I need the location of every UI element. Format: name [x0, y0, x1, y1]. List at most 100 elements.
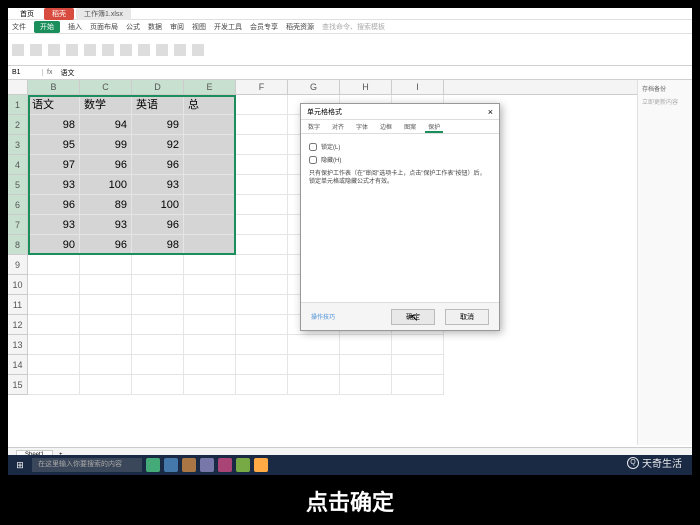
- cell[interactable]: [132, 255, 184, 275]
- tab-border[interactable]: 边框: [377, 120, 395, 133]
- cell[interactable]: [80, 295, 132, 315]
- menu-review[interactable]: 审阅: [170, 22, 184, 32]
- cell[interactable]: 90: [28, 235, 80, 255]
- cell[interactable]: 100: [80, 175, 132, 195]
- col-head-g[interactable]: G: [288, 80, 340, 94]
- row-head[interactable]: 13: [8, 335, 28, 355]
- col-head-f[interactable]: F: [236, 80, 288, 94]
- cell[interactable]: [184, 115, 236, 135]
- cell[interactable]: [80, 355, 132, 375]
- cell[interactable]: [28, 295, 80, 315]
- cell[interactable]: [28, 355, 80, 375]
- cell[interactable]: [80, 375, 132, 395]
- cell[interactable]: 98: [132, 235, 184, 255]
- cell[interactable]: 96: [28, 195, 80, 215]
- cell[interactable]: [184, 175, 236, 195]
- row-head[interactable]: 12: [8, 315, 28, 335]
- hide-checkbox[interactable]: 隐藏(H): [309, 155, 491, 164]
- cell[interactable]: [184, 215, 236, 235]
- row-head[interactable]: 7: [8, 215, 28, 235]
- tips-link[interactable]: 操作技巧: [311, 312, 335, 321]
- cell[interactable]: [184, 275, 236, 295]
- cancel-button[interactable]: 取消: [445, 309, 489, 325]
- cell[interactable]: 96: [80, 155, 132, 175]
- menu-search[interactable]: 查找命令、搜索模板: [322, 22, 385, 32]
- cell[interactable]: [392, 355, 444, 375]
- row-head[interactable]: 2: [8, 115, 28, 135]
- row-head[interactable]: 6: [8, 195, 28, 215]
- cell[interactable]: [236, 275, 288, 295]
- cell[interactable]: [236, 335, 288, 355]
- app-icon[interactable]: [164, 458, 178, 472]
- cell[interactable]: 94: [80, 115, 132, 135]
- app-icon[interactable]: [146, 458, 160, 472]
- row-head[interactable]: 15: [8, 375, 28, 395]
- paste-icon[interactable]: [12, 44, 24, 56]
- cell[interactable]: [132, 315, 184, 335]
- menu-tools[interactable]: 稻壳资源: [286, 22, 314, 32]
- cell[interactable]: [184, 135, 236, 155]
- cell[interactable]: [184, 295, 236, 315]
- select-all-corner[interactable]: [8, 80, 28, 94]
- cell[interactable]: [288, 375, 340, 395]
- cell[interactable]: 92: [132, 135, 184, 155]
- ok-button[interactable]: 确定↖: [391, 309, 435, 325]
- wrap-icon[interactable]: [120, 44, 132, 56]
- row-head[interactable]: 3: [8, 135, 28, 155]
- sum-icon[interactable]: [156, 44, 168, 56]
- lock-checkbox[interactable]: 锁定(L): [309, 142, 491, 151]
- cell[interactable]: [132, 275, 184, 295]
- cell[interactable]: [28, 275, 80, 295]
- cell[interactable]: [184, 155, 236, 175]
- menu-view[interactable]: 视图: [192, 22, 206, 32]
- tab-doc[interactable]: 稻壳: [44, 8, 74, 20]
- cell[interactable]: 96: [132, 155, 184, 175]
- cell[interactable]: [236, 315, 288, 335]
- taskbar-search[interactable]: 在这里输入你要搜索的内容: [32, 458, 142, 472]
- cell[interactable]: [132, 355, 184, 375]
- tab-protect[interactable]: 保护: [425, 120, 443, 133]
- menu-file[interactable]: 文件: [12, 22, 26, 32]
- cell[interactable]: 总: [184, 95, 236, 115]
- cell[interactable]: [288, 335, 340, 355]
- cell[interactable]: 99: [132, 115, 184, 135]
- cell[interactable]: [236, 135, 288, 155]
- bold-icon[interactable]: [66, 44, 78, 56]
- cell[interactable]: [236, 355, 288, 375]
- cell[interactable]: 96: [80, 235, 132, 255]
- cell[interactable]: 98: [28, 115, 80, 135]
- cell[interactable]: 93: [28, 175, 80, 195]
- cell[interactable]: [132, 375, 184, 395]
- cell[interactable]: 96: [132, 215, 184, 235]
- close-icon[interactable]: ×: [488, 107, 493, 117]
- col-head-h[interactable]: H: [340, 80, 392, 94]
- cell[interactable]: [184, 255, 236, 275]
- start-icon[interactable]: ⊞: [12, 457, 28, 473]
- tab-align[interactable]: 对齐: [329, 120, 347, 133]
- cell[interactable]: [80, 275, 132, 295]
- col-head-b[interactable]: B: [28, 80, 80, 94]
- cell[interactable]: [392, 335, 444, 355]
- cell[interactable]: [236, 115, 288, 135]
- menu-start[interactable]: 开始: [34, 21, 60, 33]
- tab-font[interactable]: 字体: [353, 120, 371, 133]
- cell[interactable]: 97: [28, 155, 80, 175]
- sort-icon[interactable]: [174, 44, 186, 56]
- col-head-c[interactable]: C: [80, 80, 132, 94]
- format-icon[interactable]: [138, 44, 150, 56]
- filter-icon[interactable]: [192, 44, 204, 56]
- cell[interactable]: [80, 335, 132, 355]
- cell[interactable]: [184, 335, 236, 355]
- cell[interactable]: [236, 375, 288, 395]
- cell[interactable]: 数学: [80, 95, 132, 115]
- row-head[interactable]: 11: [8, 295, 28, 315]
- row-head[interactable]: 14: [8, 355, 28, 375]
- cell[interactable]: [340, 335, 392, 355]
- cell[interactable]: [28, 255, 80, 275]
- col-head-d[interactable]: D: [132, 80, 184, 94]
- cell[interactable]: [236, 155, 288, 175]
- fx-icon[interactable]: fx: [43, 69, 56, 76]
- cell[interactable]: [184, 375, 236, 395]
- menu-layout[interactable]: 页面布局: [90, 22, 118, 32]
- tab-home[interactable]: 首页: [12, 8, 42, 20]
